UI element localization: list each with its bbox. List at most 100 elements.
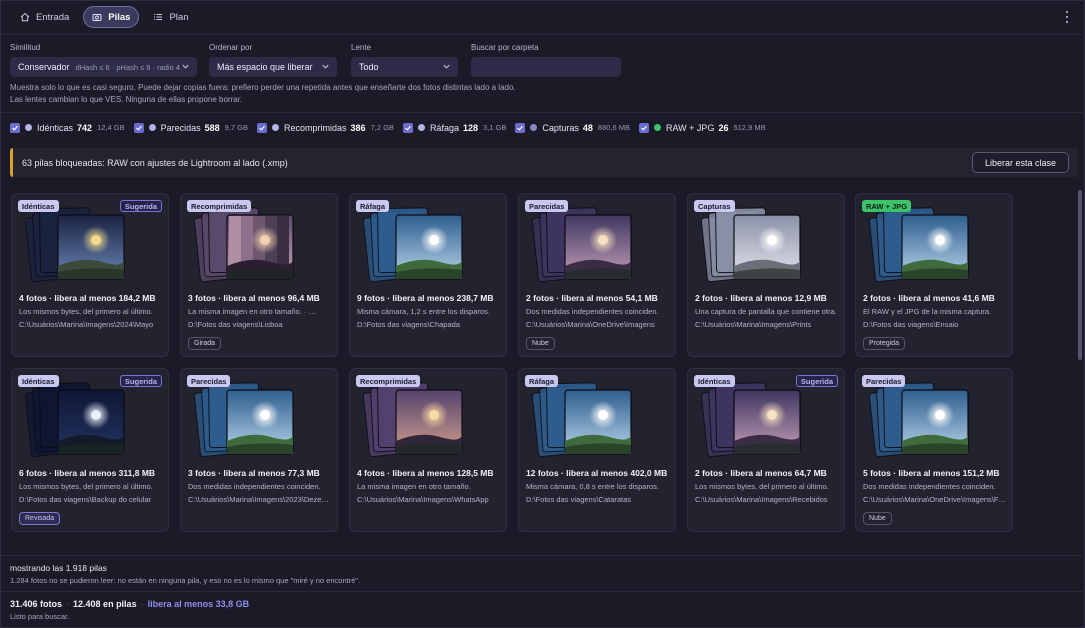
checkbox-checked-icon[interactable]: [10, 122, 20, 133]
stack-title: 2 fotos · libera al menos 12,9 MB: [695, 293, 827, 303]
tab-plan[interactable]: Plan: [145, 6, 196, 28]
ordenar-label: Ordenar por: [209, 43, 253, 52]
stack-card[interactable]: Ráfaga 12 fotos · libera al menos 402,0 M…: [518, 368, 676, 532]
category-size: 9,7 GB: [224, 123, 249, 132]
checkbox-checked-icon[interactable]: [402, 122, 413, 133]
stack-path: D:\Fotos das viagens\Lisboa: [188, 320, 283, 329]
stack-description: Una captura de pantalla que contiene otr…: [695, 307, 837, 316]
stack-card[interactable]: Recomprimidas 3 fotos · libera al menos 9…: [180, 193, 338, 357]
suggested-badge: Sugerida: [119, 375, 162, 387]
photos-in-stacks: 12.408 en pilas: [73, 599, 137, 609]
space-freed: libera al menos 33,8 GB: [147, 599, 250, 609]
category-count: 386: [350, 122, 366, 133]
stack-status-badge: Girada: [188, 337, 222, 350]
stack-card[interactable]: Recomprimidas 4 fotos · libera al menos 1…: [349, 368, 507, 532]
category-color-dot: [272, 124, 280, 131]
stack-card[interactable]: Idénticas Sugerida 2 fotos · libera al men…: [687, 368, 845, 532]
stack-card[interactable]: RAW + JPG 2 fotos · libera al menos 41,6 …: [855, 193, 1013, 357]
list-icon: [154, 14, 163, 20]
category-count: 26: [718, 122, 729, 133]
stack-status-badge: Nube: [863, 512, 892, 525]
stack-description: Los mismos bytes, del primero al último.: [19, 307, 153, 316]
category-size: 3,1 GB: [483, 123, 507, 132]
lente-select[interactable]: Todo: [351, 57, 458, 77]
release-class-button[interactable]: Liberar esta clase: [971, 152, 1069, 173]
stack-type-tag: Idénticas: [18, 200, 59, 212]
buscar-group: Buscar por carpeta: [471, 43, 621, 77]
stack-card[interactable]: Parecidas 2 fotos · libera al menos 54,1 …: [518, 193, 676, 357]
stack-title: 9 fotos · libera al menos 238,7 MB: [357, 293, 494, 303]
stack-type-tag: Ráfaga: [525, 375, 559, 387]
similitud-label: Similitud: [10, 43, 41, 52]
stack-title: 4 fotos · libera al menos 184,2 MB: [19, 293, 156, 303]
stack-title: 2 fotos · libera al menos 64,7 MB: [695, 468, 827, 478]
stack-type-tag: Parecidas: [862, 375, 906, 387]
stack-description: La misma imagen en otro tamaño.: [357, 482, 471, 491]
stack-title: 3 fotos · libera al menos 77,3 MB: [188, 468, 320, 478]
tab-pilas[interactable]: Pilas: [83, 6, 140, 28]
category-color-dot: [25, 124, 32, 131]
stack-card[interactable]: Parecidas 3 fotos · libera al menos 77,3 …: [180, 368, 338, 532]
chevron-down-icon: [443, 64, 450, 69]
stack-card[interactable]: Idénticas Sugerida 4 fotos · libera al men…: [11, 193, 169, 357]
category-size: 512,9 MB: [733, 123, 766, 132]
checkbox-checked-icon[interactable]: [133, 122, 144, 133]
stack-path: C:\Usuários\Marina\OneDrive\Imagens: [526, 320, 655, 329]
stack-type-tag: Idénticas: [694, 375, 735, 387]
tab-pilas-label: Pilas: [108, 11, 131, 23]
stack-status-badge: Nube: [526, 337, 555, 350]
category-toggle[interactable]: Idénticas 742 12,4 GB: [10, 122, 125, 133]
category-count: 742: [77, 122, 93, 133]
stack-card[interactable]: Ráfaga 9 fotos · libera al menos 238,7 MB…: [349, 193, 507, 357]
buscar-input[interactable]: [471, 57, 621, 77]
grid-scrollbar[interactable]: [1078, 190, 1082, 360]
checkbox-checked-icon[interactable]: [257, 122, 268, 133]
ordenar-select[interactable]: Más espacio que liberar: [209, 57, 337, 77]
stack-card[interactable]: Parecidas 5 fotos · libera al menos 151,2…: [855, 368, 1013, 532]
checkbox-checked-icon[interactable]: [515, 122, 526, 133]
stack-status-badge: Protegida: [863, 337, 905, 350]
similitud-select[interactable]: Conservador dHash ≤ 6 · pHash ≤ 8 · radi…: [10, 57, 197, 77]
stack-description: Misma cámara, 0,8 s entre los disparos.: [526, 482, 659, 491]
status-text: Listo para buscar.: [10, 612, 70, 621]
category-count: 588: [204, 122, 220, 133]
stack-card[interactable]: Idénticas Sugerida 6 fotos · libera al men…: [11, 368, 169, 532]
stack-path: C:\Usuários\Marina\Imagens\WhatsApp: [357, 495, 489, 504]
checkbox-checked-icon[interactable]: [639, 122, 650, 133]
category-label: Parecidas: [160, 122, 201, 133]
category-toggle[interactable]: Recomprimidas 386 7,2 GB: [257, 122, 394, 133]
home-icon: [20, 12, 30, 22]
tab-entrada[interactable]: Entrada: [12, 6, 77, 28]
tab-entrada-label: Entrada: [36, 11, 70, 23]
stack-type-tag: Recomprimidas: [187, 200, 252, 212]
stack-type-tag: RAW + JPG: [862, 200, 912, 212]
stack-type-tag: Recomprimidas: [356, 375, 421, 387]
category-toggle[interactable]: Parecidas 588 9,7 GB: [133, 122, 249, 133]
category-label: Capturas: [542, 122, 579, 133]
category-label: Ráfaga: [429, 122, 459, 133]
stack-card[interactable]: Capturas 2 fotos · libera al menos 12,9 M…: [687, 193, 845, 357]
stack-title: 4 fotos · libera al menos 128,5 MB: [357, 468, 494, 478]
showing-count: mostrando las 1.918 pilas: [10, 563, 107, 573]
stack-path: C:\Usuários\Marina\OneDrive\Imagens\Famí…: [863, 495, 1009, 504]
category-label: Recomprimidas: [284, 122, 347, 133]
lente-label: Lente: [351, 43, 372, 52]
stack-type-tag: Ráfaga: [356, 200, 390, 212]
stack-type-tag: Parecidas: [187, 375, 231, 387]
stack-description: La misma imagen en otro tamaño. · …: [188, 307, 316, 316]
similitud-group: Similitud Conservador dHash ≤ 6 · pHash …: [10, 43, 197, 77]
category-color-dot: [417, 124, 425, 131]
lentes-description: Las lentes cambian lo que VES. Ninguna d…: [10, 95, 243, 104]
stack-type-tag: Capturas: [694, 200, 735, 212]
category-toggle[interactable]: Capturas 48 880,6 MB: [515, 122, 630, 133]
stack-path: D:\Fotos das viagens\Chapada: [357, 320, 460, 329]
stack-description: Dos medidas independientes coinciden.: [863, 482, 996, 491]
stacks-grid: Idénticas Sugerida 4 fotos · libera al men…: [0, 186, 1085, 551]
more-menu-icon[interactable]: [1065, 11, 1069, 23]
category-toggle[interactable]: RAW + JPG 26 512,9 MB: [639, 122, 766, 133]
stack-path: D:\Fotos das viagens\Backup do celular: [19, 495, 152, 504]
category-size: 12,4 GB: [97, 123, 125, 132]
category-toggle[interactable]: Ráfaga 128 3,1 GB: [402, 122, 507, 133]
stack-path: D:\Fotos das viagens\Ensaio: [863, 320, 959, 329]
buscar-label: Buscar por carpeta: [471, 43, 539, 52]
